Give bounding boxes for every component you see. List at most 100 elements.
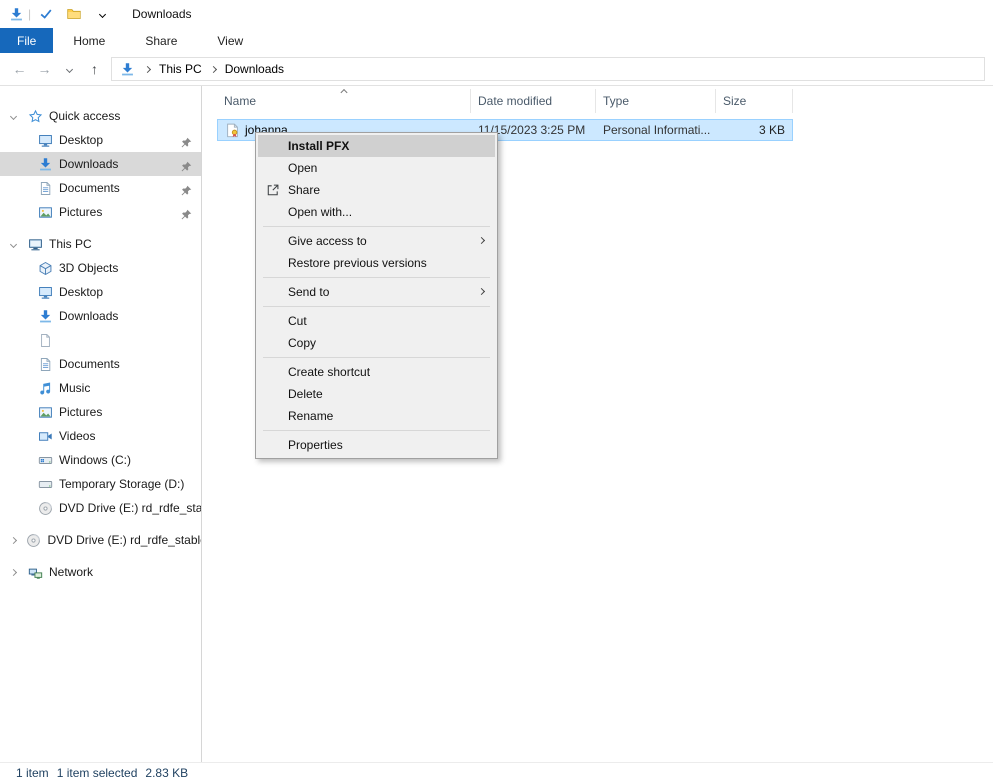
sidebar-section-network: Network	[0, 560, 201, 584]
sidebar-item-documents[interactable]: Documents	[0, 352, 201, 376]
sidebar-item-unnamed[interactable]	[0, 328, 201, 352]
tab-share[interactable]: Share	[125, 28, 197, 53]
sidebar-item-network[interactable]: Network	[0, 560, 201, 584]
menu-separator	[263, 430, 490, 431]
sidebar-item-downloads[interactable]: Downloads	[0, 152, 201, 176]
titlebar: | Downloads	[0, 0, 993, 28]
column-header-size[interactable]: Size	[716, 89, 793, 113]
chevron-right-icon	[11, 538, 25, 543]
chevron-right-icon	[11, 570, 27, 575]
sort-ascending-icon	[340, 89, 347, 96]
downloads-folder-icon	[8, 6, 24, 22]
column-headers: NameDate modifiedTypeSize	[217, 89, 793, 113]
sidebar-item-videos[interactable]: Videos	[0, 424, 201, 448]
menu-item-open-with[interactable]: Open with...	[258, 201, 495, 223]
sidebar-item-desktop[interactable]: Desktop	[0, 128, 201, 152]
sidebar-item-pictures[interactable]: Pictures	[0, 400, 201, 424]
file-explorer-window: | Downloads FileHomeShareView ←→↑ This P…	[0, 0, 993, 783]
sidebar-item-dvd-drive-e-rd-rdfe-stable[interactable]: DVD Drive (E:) rd_rdfe_stable	[0, 496, 201, 520]
back-button[interactable]: ←	[8, 57, 31, 81]
drive-icon	[37, 476, 53, 492]
forward-button[interactable]: →	[33, 57, 56, 81]
sidebar-item-dvd-drive-e-rd-rdfe-stable-t[interactable]: DVD Drive (E:) rd_rdfe_stable.T	[0, 528, 201, 552]
navigation-pane: Quick accessDesktopDownloadsDocumentsPic…	[0, 86, 202, 762]
downloads-folder-icon	[119, 61, 135, 77]
menu-separator	[263, 277, 490, 278]
pictures-icon	[37, 204, 53, 220]
blank-file-icon	[37, 332, 53, 348]
certificate-icon	[224, 122, 240, 138]
sidebar-item-this-pc[interactable]: This PC	[0, 232, 201, 256]
pin-icon	[178, 134, 194, 150]
qat-new-folder-button[interactable]	[64, 4, 84, 24]
downloads-folder-icon	[37, 156, 53, 172]
pictures-icon	[37, 404, 53, 420]
tab-home[interactable]: Home	[53, 28, 125, 53]
address-bar[interactable]: This PC Downloads	[111, 57, 985, 81]
menu-item-properties[interactable]: Properties	[258, 434, 495, 456]
sidebar-section-quick-access: Quick accessDesktopDownloadsDocumentsPic…	[0, 104, 201, 224]
file-list-area: NameDate modifiedTypeSize johanna11/15/2…	[202, 86, 993, 762]
submenu-arrow-icon	[478, 288, 485, 295]
size-cell: 3 KB	[716, 119, 793, 141]
sidebar-item-temporary-storage-d[interactable]: Temporary Storage (D:)	[0, 472, 201, 496]
objects-3d-icon	[37, 260, 53, 276]
menu-item-give-access-to[interactable]: Give access to	[258, 230, 495, 252]
downloads-folder-icon	[37, 308, 53, 324]
quick-access-icon	[27, 108, 43, 124]
documents-icon	[37, 180, 53, 196]
column-header-date-modified[interactable]: Date modified	[471, 89, 596, 113]
breadcrumb-separator-icon	[210, 65, 217, 72]
sidebar-item-desktop[interactable]: Desktop	[0, 280, 201, 304]
arrow-up-icon: ↑	[87, 61, 103, 77]
windows-drive-icon	[37, 452, 53, 468]
sidebar-item-pictures[interactable]: Pictures	[0, 200, 201, 224]
breadcrumb-downloads[interactable]: Downloads	[224, 62, 285, 76]
ribbon-tabs: FileHomeShareView	[0, 28, 993, 53]
arrow-left-icon: ←	[12, 61, 28, 77]
tab-file[interactable]: File	[0, 28, 53, 53]
menu-item-restore-previous-versions[interactable]: Restore previous versions	[258, 252, 495, 274]
sidebar-item-3d-objects[interactable]: 3D Objects	[0, 256, 201, 280]
sidebar-item-windows-c[interactable]: Windows (C:)	[0, 448, 201, 472]
dvd-icon	[37, 500, 53, 516]
up-button[interactable]: ↑	[83, 57, 106, 81]
menu-item-rename[interactable]: Rename	[258, 405, 495, 427]
pin-icon	[178, 158, 194, 174]
menu-item-delete[interactable]: Delete	[258, 383, 495, 405]
sidebar-section-dvd-drive-e-rd-rdfe-stable-t: DVD Drive (E:) rd_rdfe_stable.T	[0, 528, 201, 552]
sidebar-item-downloads[interactable]: Downloads	[0, 304, 201, 328]
selection-size: 2.83 KB	[145, 766, 188, 780]
pin-icon	[178, 206, 194, 222]
menu-item-send-to[interactable]: Send to	[258, 281, 495, 303]
sidebar-item-quick-access[interactable]: Quick access	[0, 104, 201, 128]
qat-customize-button[interactable]	[92, 4, 112, 24]
documents-icon	[37, 356, 53, 372]
qat-separator: |	[28, 7, 31, 21]
qat-properties-button[interactable]	[36, 4, 56, 24]
tab-view[interactable]: View	[197, 28, 263, 53]
music-icon	[37, 380, 53, 396]
sidebar-item-music[interactable]: Music	[0, 376, 201, 400]
column-header-type[interactable]: Type	[596, 89, 716, 113]
menu-item-open[interactable]: Open	[258, 157, 495, 179]
menu-separator	[263, 306, 490, 307]
menu-item-copy[interactable]: Copy	[258, 332, 495, 354]
quick-access-toolbar	[36, 4, 112, 24]
column-header-name[interactable]: Name	[217, 89, 471, 113]
breadcrumb-this-pc[interactable]: This PC	[158, 62, 203, 76]
navigation-bar: ← → ↑ This PC Downloads	[0, 53, 993, 86]
menu-item-install-pfx[interactable]: Install PFX	[258, 135, 495, 157]
desktop-icon	[37, 132, 53, 148]
menu-item-cut[interactable]: Cut	[258, 310, 495, 332]
window-title: Downloads	[132, 7, 191, 21]
sidebar-item-documents[interactable]: Documents	[0, 176, 201, 200]
check-icon	[38, 6, 54, 22]
recent-locations-button[interactable]	[58, 57, 81, 81]
menu-item-share[interactable]: Share	[258, 179, 495, 201]
breadcrumb: This PC Downloads	[116, 61, 285, 77]
type-cell: Personal Informati...	[596, 119, 716, 141]
pin-icon	[178, 182, 194, 198]
menu-item-create-shortcut[interactable]: Create shortcut	[258, 361, 495, 383]
sidebar-section-this-pc: This PC3D ObjectsDesktopDownloads Documen…	[0, 232, 201, 520]
